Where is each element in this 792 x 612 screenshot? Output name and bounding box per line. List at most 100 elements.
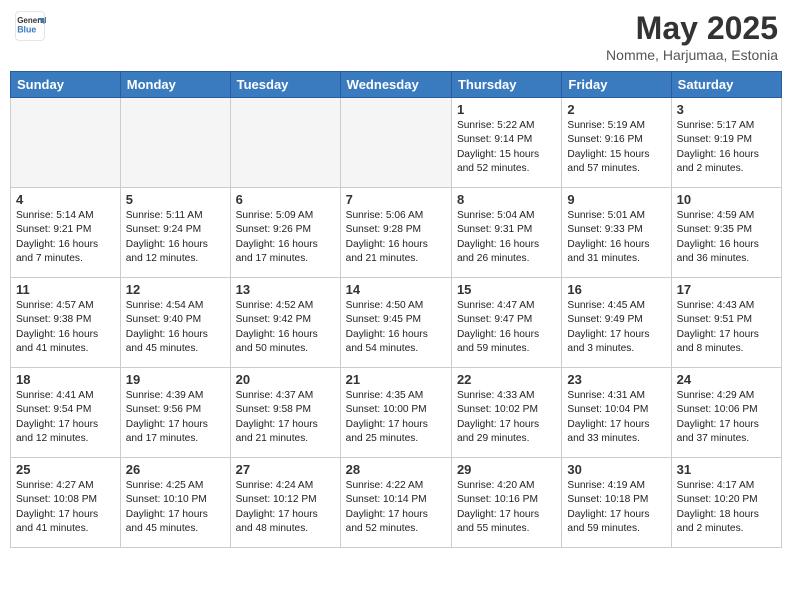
calendar-cell: 6 Sunrise: 5:09 AM Sunset: 9:26 PM Daylig… bbox=[230, 188, 340, 278]
day-number: 4 bbox=[16, 192, 115, 207]
calendar-cell: 22 Sunrise: 4:33 AM Sunset: 10:02 PM Dayl… bbox=[451, 368, 561, 458]
day-info: Sunrise: 4:20 AM Sunset: 10:16 PM Daylig… bbox=[457, 479, 556, 536]
calendar-cell: 1 Sunrise: 5:22 AM Sunset: 9:14 PM Daylig… bbox=[451, 98, 561, 188]
svg-text:Blue: Blue bbox=[17, 24, 36, 34]
day-number: 19 bbox=[126, 372, 225, 387]
calendar-cell bbox=[11, 98, 121, 188]
calendar-cell: 27Sunrise: 4:24 AM Sunset: 10:12 PM Dayl… bbox=[230, 458, 340, 548]
calendar-title: May 2025 bbox=[606, 10, 778, 47]
day-info: Sunrise: 4:33 AM Sunset: 10:02 PM Daylig… bbox=[457, 389, 556, 446]
day-info: Sunrise: 4:24 AM Sunset: 10:12 PM Daylig… bbox=[236, 479, 335, 536]
calendar-cell: 12 Sunrise: 4:54 AM Sunset: 9:40 PM Dayli… bbox=[120, 278, 230, 368]
day-number: 11 bbox=[16, 282, 115, 297]
day-info: Sunrise: 5:11 AM Sunset: 9:24 PM Dayligh… bbox=[126, 209, 225, 266]
calendar-cell: 17 Sunrise: 4:43 AM Sunset: 9:51 PM Dayli… bbox=[671, 278, 781, 368]
day-number: 16 bbox=[567, 282, 665, 297]
calendar-cell: 26Sunrise: 4:25 AM Sunset: 10:10 PM Dayl… bbox=[120, 458, 230, 548]
week-row-3: 11Sunrise: 4:57 AM Sunset: 9:38 PM Dayli… bbox=[11, 278, 782, 368]
calendar-cell: 13Sunrise: 4:52 AM Sunset: 9:42 PM Dayli… bbox=[230, 278, 340, 368]
day-number: 23 bbox=[567, 372, 665, 387]
week-row-4: 18 Sunrise: 4:41 AM Sunset: 9:54 PM Dayli… bbox=[11, 368, 782, 458]
day-number: 15 bbox=[457, 282, 556, 297]
day-number: 8 bbox=[457, 192, 556, 207]
day-info: Sunrise: 4:19 AM Sunset: 10:18 PM Daylig… bbox=[567, 479, 665, 536]
day-info: Sunrise: 4:29 AM Sunset: 10:06 PM Daylig… bbox=[677, 389, 776, 446]
calendar-cell: 5 Sunrise: 5:11 AM Sunset: 9:24 PM Daylig… bbox=[120, 188, 230, 278]
day-info: Sunrise: 4:27 AM Sunset: 10:08 PM Daylig… bbox=[16, 479, 115, 536]
day-info: Sunrise: 4:50 AM Sunset: 9:45 PM Dayligh… bbox=[346, 299, 446, 356]
day-info: Sunrise: 5:14 AM Sunset: 9:21 PM Dayligh… bbox=[16, 209, 115, 266]
calendar-cell: 14 Sunrise: 4:50 AM Sunset: 9:45 PM Dayli… bbox=[340, 278, 451, 368]
day-info: Sunrise: 4:47 AM Sunset: 9:47 PM Dayligh… bbox=[457, 299, 556, 356]
day-number: 22 bbox=[457, 372, 556, 387]
calendar-cell: 4 Sunrise: 5:14 AM Sunset: 9:21 PM Daylig… bbox=[11, 188, 121, 278]
day-info: Sunrise: 4:54 AM Sunset: 9:40 PM Dayligh… bbox=[126, 299, 225, 356]
calendar-cell bbox=[230, 98, 340, 188]
day-info: Sunrise: 5:09 AM Sunset: 9:26 PM Dayligh… bbox=[236, 209, 335, 266]
day-number: 7 bbox=[346, 192, 446, 207]
week-row-5: 25 Sunrise: 4:27 AM Sunset: 10:08 PM Dayl… bbox=[11, 458, 782, 548]
day-number: 18 bbox=[16, 372, 115, 387]
day-number: 5 bbox=[126, 192, 225, 207]
day-info: Sunrise: 4:31 AM Sunset: 10:04 PM Daylig… bbox=[567, 389, 665, 446]
day-number: 24 bbox=[677, 372, 776, 387]
weekday-header-tuesday: Tuesday bbox=[230, 72, 340, 98]
day-number: 25 bbox=[16, 462, 115, 477]
week-row-2: 4 Sunrise: 5:14 AM Sunset: 9:21 PM Daylig… bbox=[11, 188, 782, 278]
calendar-cell: 30 Sunrise: 4:19 AM Sunset: 10:18 PM Dayl… bbox=[562, 458, 671, 548]
calendar-cell: 23 Sunrise: 4:31 AM Sunset: 10:04 PM Dayl… bbox=[562, 368, 671, 458]
day-info: Sunrise: 5:19 AM Sunset: 9:16 PM Dayligh… bbox=[567, 119, 665, 176]
calendar-cell: 20Sunrise: 4:37 AM Sunset: 9:58 PM Dayli… bbox=[230, 368, 340, 458]
day-number: 30 bbox=[567, 462, 665, 477]
calendar-subtitle: Nomme, Harjumaa, Estonia bbox=[606, 47, 778, 63]
calendar-cell: 3Sunrise: 5:17 AM Sunset: 9:19 PM Daylig… bbox=[671, 98, 781, 188]
calendar-table: SundayMondayTuesdayWednesdayThursdayFrid… bbox=[10, 71, 782, 548]
calendar-cell: 19 Sunrise: 4:39 AM Sunset: 9:56 PM Dayli… bbox=[120, 368, 230, 458]
day-number: 17 bbox=[677, 282, 776, 297]
day-info: Sunrise: 5:04 AM Sunset: 9:31 PM Dayligh… bbox=[457, 209, 556, 266]
day-info: Sunrise: 4:37 AM Sunset: 9:58 PM Dayligh… bbox=[236, 389, 335, 446]
calendar-cell: 18 Sunrise: 4:41 AM Sunset: 9:54 PM Dayli… bbox=[11, 368, 121, 458]
day-info: Sunrise: 4:45 AM Sunset: 9:49 PM Dayligh… bbox=[567, 299, 665, 356]
title-area: May 2025 Nomme, Harjumaa, Estonia bbox=[606, 10, 778, 63]
calendar-cell: 25 Sunrise: 4:27 AM Sunset: 10:08 PM Dayl… bbox=[11, 458, 121, 548]
logo-icon: General Blue bbox=[14, 10, 46, 42]
weekday-header-friday: Friday bbox=[562, 72, 671, 98]
day-number: 6 bbox=[236, 192, 335, 207]
day-number: 29 bbox=[457, 462, 556, 477]
calendar-cell bbox=[120, 98, 230, 188]
calendar-cell: 10Sunrise: 4:59 AM Sunset: 9:35 PM Dayli… bbox=[671, 188, 781, 278]
day-number: 28 bbox=[346, 462, 446, 477]
calendar-cell: 15 Sunrise: 4:47 AM Sunset: 9:47 PM Dayli… bbox=[451, 278, 561, 368]
calendar-cell: 29 Sunrise: 4:20 AM Sunset: 10:16 PM Dayl… bbox=[451, 458, 561, 548]
calendar-cell bbox=[340, 98, 451, 188]
day-number: 12 bbox=[126, 282, 225, 297]
day-number: 10 bbox=[677, 192, 776, 207]
day-number: 1 bbox=[457, 102, 556, 117]
weekday-header-sunday: Sunday bbox=[11, 72, 121, 98]
day-info: Sunrise: 5:01 AM Sunset: 9:33 PM Dayligh… bbox=[567, 209, 665, 266]
weekday-header-monday: Monday bbox=[120, 72, 230, 98]
header: General Blue May 2025 Nomme, Harjumaa, E… bbox=[10, 10, 782, 63]
day-info: Sunrise: 4:25 AM Sunset: 10:10 PM Daylig… bbox=[126, 479, 225, 536]
day-number: 31 bbox=[677, 462, 776, 477]
week-row-1: 1 Sunrise: 5:22 AM Sunset: 9:14 PM Daylig… bbox=[11, 98, 782, 188]
day-info: Sunrise: 4:41 AM Sunset: 9:54 PM Dayligh… bbox=[16, 389, 115, 446]
day-info: Sunrise: 4:39 AM Sunset: 9:56 PM Dayligh… bbox=[126, 389, 225, 446]
weekday-header-thursday: Thursday bbox=[451, 72, 561, 98]
day-number: 9 bbox=[567, 192, 665, 207]
day-info: Sunrise: 4:43 AM Sunset: 9:51 PM Dayligh… bbox=[677, 299, 776, 356]
calendar-cell: 24 Sunrise: 4:29 AM Sunset: 10:06 PM Dayl… bbox=[671, 368, 781, 458]
calendar-cell: 9 Sunrise: 5:01 AM Sunset: 9:33 PM Daylig… bbox=[562, 188, 671, 278]
calendar-cell: 21Sunrise: 4:35 AM Sunset: 10:00 PM Dayl… bbox=[340, 368, 451, 458]
day-info: Sunrise: 5:06 AM Sunset: 9:28 PM Dayligh… bbox=[346, 209, 446, 266]
day-info: Sunrise: 5:22 AM Sunset: 9:14 PM Dayligh… bbox=[457, 119, 556, 176]
day-info: Sunrise: 4:35 AM Sunset: 10:00 PM Daylig… bbox=[346, 389, 446, 446]
calendar-cell: 8 Sunrise: 5:04 AM Sunset: 9:31 PM Daylig… bbox=[451, 188, 561, 278]
weekday-header-row: SundayMondayTuesdayWednesdayThursdayFrid… bbox=[11, 72, 782, 98]
calendar-cell: 16 Sunrise: 4:45 AM Sunset: 9:49 PM Dayli… bbox=[562, 278, 671, 368]
day-info: Sunrise: 4:17 AM Sunset: 10:20 PM Daylig… bbox=[677, 479, 776, 536]
day-number: 14 bbox=[346, 282, 446, 297]
day-info: Sunrise: 4:52 AM Sunset: 9:42 PM Dayligh… bbox=[236, 299, 335, 356]
calendar-cell: 28Sunrise: 4:22 AM Sunset: 10:14 PM Dayl… bbox=[340, 458, 451, 548]
